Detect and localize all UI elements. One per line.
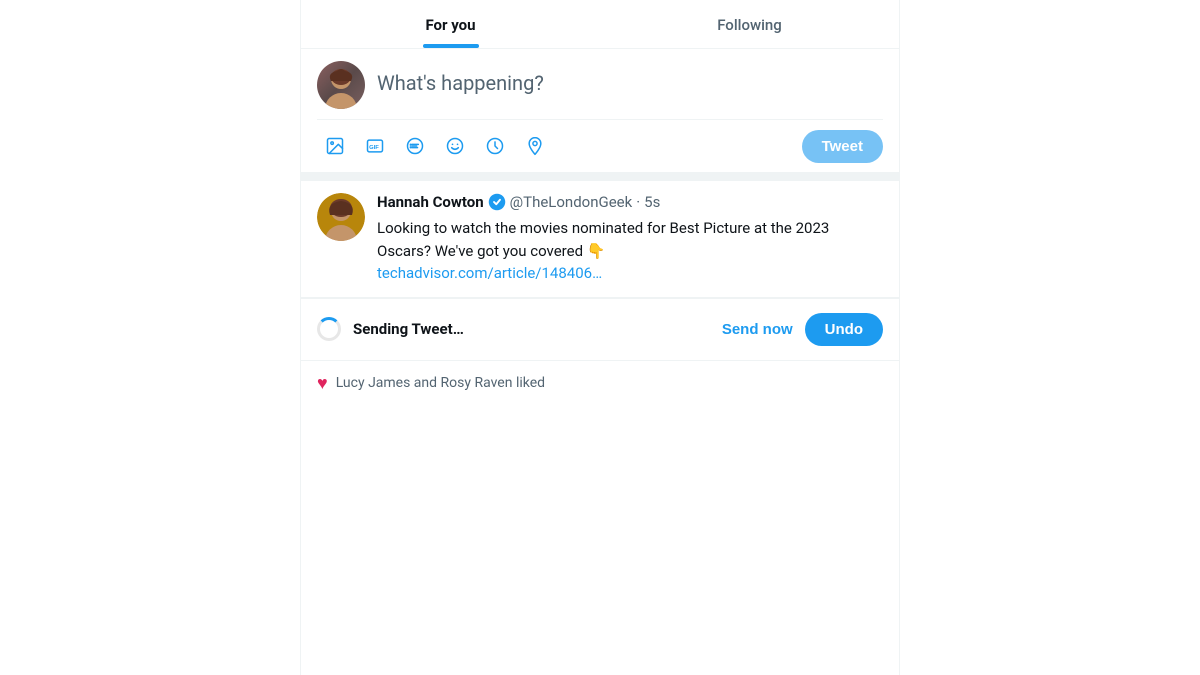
partial-liked-text: liked [516,375,545,391]
compose-toolbar: GIF [317,119,883,164]
user-avatar [317,61,365,109]
tweet-text: Looking to watch the movies nominated fo… [377,219,829,260]
compose-top: What's happening? [317,61,883,115]
tab-for-you[interactable]: For you [301,0,600,48]
gif-icon: GIF [365,136,385,156]
image-icon [325,136,345,156]
compose-placeholder[interactable]: What's happening? [377,61,883,115]
schedule-icon-button[interactable] [477,128,513,164]
compose-area: What's happening? GIF [301,49,899,180]
tabs-bar: For you Following [301,0,899,49]
tweet-handle: @TheLondonGeek [510,193,633,211]
tweet-body: Looking to watch the movies nominated fo… [377,217,883,285]
poll-icon-button[interactable] [397,128,433,164]
emoji-icon-button[interactable] [437,128,473,164]
svg-text:GIF: GIF [369,145,379,151]
poll-icon [405,136,425,156]
location-icon [525,136,545,156]
tweet-dot: · [636,193,640,211]
send-now-button[interactable]: Send now [722,321,793,338]
image-icon-button[interactable] [317,128,353,164]
tweet-name-row: Hannah Cowton @TheLondonGeek · 5s [377,193,883,211]
tab-following[interactable]: Following [600,0,899,48]
partial-bottom-row: ♥ Lucy James and Rosy Raven liked [301,361,899,406]
compose-input-area[interactable]: What's happening? [377,61,883,115]
tweet-avatar [317,193,365,241]
tweet-button[interactable]: Tweet [802,130,883,163]
tweet-username[interactable]: Hannah Cowton [377,193,484,211]
toolbar-icons: GIF [317,128,553,164]
sending-bar: Sending Tweet… Send now Undo [301,298,899,361]
tweet-avatar-svg [317,193,365,241]
verified-icon [488,193,506,211]
location-icon-button[interactable] [517,128,553,164]
tab-following-label: Following [717,16,782,34]
sending-left: Sending Tweet… [317,317,464,341]
partial-bottom-text: Lucy James and Rosy Raven [336,375,513,391]
loading-spinner [317,317,341,341]
gif-icon-button[interactable]: GIF [357,128,393,164]
tweet-header: Hannah Cowton @TheLondonGeek · 5s Lookin… [317,193,883,285]
tweet-link[interactable]: techadvisor.com/article/148406… [377,264,602,282]
tab-for-you-label: For you [425,16,475,34]
verified-badge [488,193,506,211]
emoji-icon [445,136,465,156]
undo-button[interactable]: Undo [805,313,883,346]
sending-right: Send now Undo [722,313,883,346]
feed-container: For you Following What's happening? [300,0,900,675]
tweet-time: 5s [644,193,660,211]
sending-text: Sending Tweet… [353,320,464,338]
tweet-info: Hannah Cowton @TheLondonGeek · 5s Lookin… [377,193,883,285]
partial-text: Lucy James and Rosy Raven liked [336,375,545,391]
schedule-icon [485,136,505,156]
heart-icon: ♥ [317,373,328,394]
tweet-card: Hannah Cowton @TheLondonGeek · 5s Lookin… [301,181,899,298]
avatar-svg [317,61,365,109]
